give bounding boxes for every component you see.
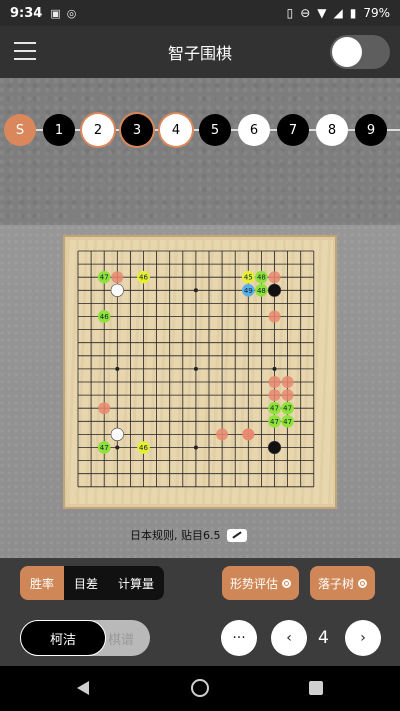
go-board[interactable]: 47 46 46 45 48 49 48 47 47 47 47 47 46 xyxy=(67,240,333,504)
hint-label: 46 xyxy=(139,444,148,452)
heat-mark xyxy=(242,428,255,441)
star-point xyxy=(193,445,198,450)
analysis-tabs: 胜率 目差 计算量 xyxy=(20,566,165,600)
move-5[interactable]: 5 xyxy=(199,114,231,146)
move-7[interactable]: 7 xyxy=(277,114,309,146)
tree-label: 落子树 xyxy=(318,576,355,591)
hint-label: 47 xyxy=(100,444,109,452)
tab-0[interactable]: 胜率 xyxy=(20,566,65,600)
star-point xyxy=(115,366,120,371)
heat-mark xyxy=(268,310,281,323)
heat-mark xyxy=(111,271,124,284)
board-svg[interactable]: 47 46 46 45 48 49 48 47 47 47 47 47 46 xyxy=(67,240,333,504)
wifi-icon: ▼ xyxy=(317,6,327,20)
toggle-knob xyxy=(332,37,362,67)
back-icon[interactable] xyxy=(77,681,89,695)
sync-icon: ◎ xyxy=(66,6,77,20)
menu-icon[interactable] xyxy=(14,42,36,60)
hint-label: 47 xyxy=(283,418,292,426)
star-point xyxy=(115,445,120,450)
radio-icon xyxy=(358,578,368,588)
move-1[interactable]: 1 xyxy=(43,114,75,146)
heat-mark xyxy=(216,428,229,441)
system-nav-bar xyxy=(0,666,400,711)
battery-icon: ▮ xyxy=(349,6,357,20)
pencil-icon[interactable] xyxy=(226,528,247,542)
evaluate-button[interactable]: 形势评估 xyxy=(222,566,300,600)
more-button[interactable]: ··· xyxy=(221,620,257,656)
app-bar: 智子围棋 xyxy=(0,26,400,78)
move-number: 4 xyxy=(318,628,329,648)
tab-2[interactable]: 计算量 xyxy=(108,566,165,600)
star-point xyxy=(193,366,198,371)
star-point xyxy=(193,288,198,293)
hint-label: 46 xyxy=(139,274,148,282)
status-bar: 9:34 ▣ ◎ ▯ ⊖ ▼ ◢ ▮ 79% xyxy=(0,0,400,26)
mode-toggle[interactable] xyxy=(330,35,390,69)
status-time: 9:34 xyxy=(10,5,43,21)
rules-row: 日本规则, 贴目6.5 xyxy=(130,527,247,543)
heat-mark xyxy=(281,376,294,388)
hint-label: 47 xyxy=(270,418,279,426)
hint-label: 45 xyxy=(244,274,253,282)
player-button[interactable]: 柯洁 xyxy=(20,620,106,656)
white-stone xyxy=(110,283,124,297)
tab-1[interactable]: 目差 xyxy=(64,566,109,600)
move-strip[interactable]: S123456789 xyxy=(0,110,400,150)
hint-label: 47 xyxy=(270,405,279,413)
move-9[interactable]: 9 xyxy=(355,114,387,146)
signal-icon: ◢ xyxy=(333,6,343,20)
move-S[interactable]: S xyxy=(4,114,36,146)
image-icon: ▣ xyxy=(50,6,61,20)
radio-icon xyxy=(282,578,292,588)
record-label[interactable]: 棋谱 xyxy=(108,620,148,656)
heat-mark xyxy=(268,376,281,388)
black-stone xyxy=(267,283,282,297)
hint-label: 46 xyxy=(100,313,109,321)
heat-mark xyxy=(281,389,294,402)
move-8[interactable]: 8 xyxy=(316,114,348,146)
star-point xyxy=(272,366,277,371)
vibrate-icon: ▯ xyxy=(286,6,294,20)
move-3[interactable]: 3 xyxy=(121,114,153,146)
player-switch[interactable]: 柯洁 棋谱 xyxy=(20,620,150,656)
heat-mark xyxy=(268,389,281,402)
heat-mark xyxy=(98,402,111,415)
move-6[interactable]: 6 xyxy=(238,114,270,146)
hint-label: 47 xyxy=(283,405,292,413)
evaluate-label: 形势评估 xyxy=(230,576,279,591)
move-4[interactable]: 4 xyxy=(160,114,192,146)
next-move-button[interactable]: › xyxy=(345,620,381,656)
move-2[interactable]: 2 xyxy=(82,114,114,146)
app-title: 智子围棋 xyxy=(167,44,232,63)
rules-text: 日本规则, 贴目6.5 xyxy=(130,529,221,542)
white-stone xyxy=(110,427,124,441)
black-stone xyxy=(267,440,282,455)
hint-label: 49 xyxy=(244,287,253,295)
hint-label: 47 xyxy=(100,274,109,282)
hint-label: 48 xyxy=(257,287,266,295)
heat-mark xyxy=(268,271,281,284)
battery-level: 79% xyxy=(363,6,390,20)
prev-move-button[interactable]: ‹ xyxy=(271,620,307,656)
hint-label: 48 xyxy=(257,274,266,282)
recents-icon[interactable] xyxy=(309,681,323,695)
tree-button[interactable]: 落子树 xyxy=(310,566,376,600)
dnd-icon: ⊖ xyxy=(300,6,311,20)
home-icon[interactable] xyxy=(191,679,209,697)
